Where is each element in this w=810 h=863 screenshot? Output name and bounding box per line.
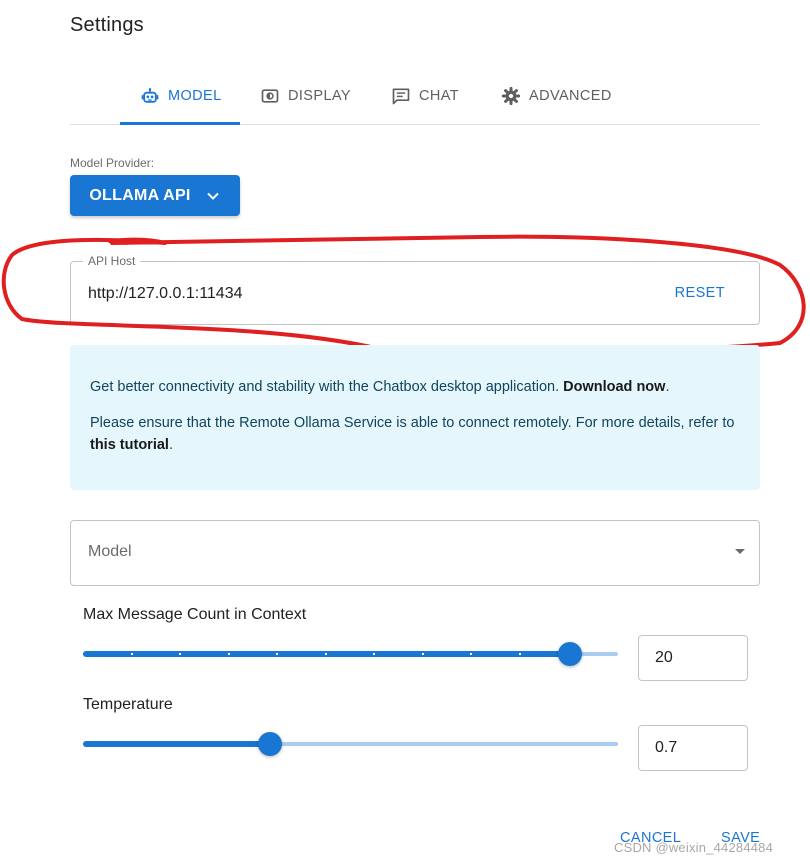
temperature-label: Temperature xyxy=(83,696,173,713)
display-icon xyxy=(261,89,279,103)
api-host-label: API Host xyxy=(83,254,141,268)
tab-display-label: DISPLAY xyxy=(288,88,351,104)
tutorial-link[interactable]: this tutorial xyxy=(90,437,169,453)
dropdown-arrow-icon xyxy=(735,549,745,554)
dialog-title: Settings xyxy=(70,14,144,36)
max-message-count-slider[interactable] xyxy=(83,642,618,666)
csdn-watermark: CSDN @weixin_44284484 xyxy=(614,840,774,855)
tab-advanced[interactable]: ADVANCED xyxy=(501,68,612,124)
robot-icon xyxy=(141,88,159,103)
slider-mark xyxy=(422,653,424,655)
slider-thumb[interactable] xyxy=(258,732,283,756)
tab-model-label: MODEL xyxy=(168,88,222,104)
slider-thumb[interactable] xyxy=(557,642,582,666)
max-message-count-input[interactable] xyxy=(638,635,748,681)
info-line1-end: . xyxy=(665,379,670,395)
model-select-placeholder: Model xyxy=(88,543,132,560)
model-provider-label: Model Provider: xyxy=(70,156,155,170)
slider-mark xyxy=(276,653,278,655)
temperature-slider[interactable] xyxy=(83,732,618,756)
info-alert: Get better connectivity and stability wi… xyxy=(70,345,760,490)
api-host-input[interactable]: http://127.0.0.1:11434 xyxy=(88,285,243,303)
slider-mark xyxy=(228,653,230,655)
tab-advanced-label: ADVANCED xyxy=(529,88,612,104)
model-provider-button[interactable]: OLLAMA API xyxy=(70,175,240,216)
tab-chat[interactable]: CHAT xyxy=(391,68,459,124)
info-line-remote: Please ensure that the Remote Ollama Ser… xyxy=(90,412,740,456)
temperature-input[interactable] xyxy=(638,725,748,771)
reset-button[interactable]: RESET xyxy=(675,285,725,301)
info-line2-end: . xyxy=(168,437,173,453)
slider-mark xyxy=(179,653,181,655)
gear-icon xyxy=(501,86,521,106)
slider-mark xyxy=(325,653,327,655)
settings-tabs: MODEL DISPLAY CHAT ADVANCED xyxy=(70,68,760,125)
info-line1-text: Get better connectivity and stability wi… xyxy=(90,379,564,395)
slider-mark xyxy=(131,653,133,655)
tab-chat-label: CHAT xyxy=(419,88,459,104)
model-provider-value: OLLAMA API xyxy=(89,186,191,204)
max-message-count-label: Max Message Count in Context xyxy=(83,606,307,623)
slider-mark xyxy=(470,653,472,655)
tab-model[interactable]: MODEL xyxy=(140,68,222,124)
slider-mark xyxy=(519,653,521,655)
model-select[interactable]: Model xyxy=(70,520,760,586)
info-line-desktop: Get better connectivity and stability wi… xyxy=(90,376,740,398)
download-now-link[interactable]: Download now xyxy=(563,379,665,395)
active-tab-indicator xyxy=(120,122,240,125)
tab-display[interactable]: DISPLAY xyxy=(260,68,351,124)
slider-mark xyxy=(373,653,375,655)
api-host-field[interactable]: API Host http://127.0.0.1:11434 RESET xyxy=(70,254,760,325)
chevron-down-icon xyxy=(206,192,219,200)
slider-track xyxy=(83,741,271,747)
chat-icon xyxy=(392,88,410,105)
info-line2-text: Please ensure that the Remote Ollama Ser… xyxy=(90,415,735,431)
